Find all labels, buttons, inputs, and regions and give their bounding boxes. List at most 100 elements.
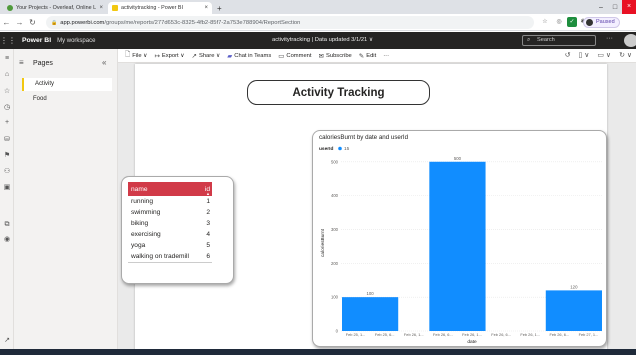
x-axis-label: date [467, 339, 477, 345]
bar [429, 161, 486, 331]
plus-icon: + [217, 3, 222, 13]
window-close-icon[interactable]: × [622, 0, 636, 14]
page-item-activity[interactable]: Activity [22, 78, 112, 91]
minimize-icon[interactable]: – [594, 4, 608, 11]
search-box[interactable]: ⌕ Search [522, 35, 596, 46]
browser-tab-overleaf[interactable]: Your Projects - Overleaf, Online L × [3, 2, 107, 14]
table-visual[interactable]: name id ▲ running 1 swimming 2 biking 3 exer… [121, 176, 234, 284]
file-label: File ∨ [132, 52, 148, 59]
cell-id: 1 [206, 198, 210, 205]
page-item-food[interactable]: Food [22, 93, 112, 106]
close-tab-icon[interactable]: × [204, 5, 208, 11]
url-path: /groups/me/reports/277d653c-8325-4fb2-85… [104, 19, 301, 26]
app-name[interactable]: Power BI [22, 37, 51, 44]
report-title-box: Activity Tracking [247, 80, 430, 105]
forward-arrow-icon[interactable]: → [13, 18, 26, 27]
search-icon: ⌕ [527, 37, 531, 43]
url-host: app.powerbi.com [60, 19, 105, 26]
home-icon[interactable]: ⌂ [0, 71, 14, 78]
search-placeholder: Search [537, 37, 555, 43]
user-avatar[interactable] [624, 34, 636, 47]
x-tick-label: Feb 26, 1... [462, 332, 482, 337]
cell-id: 5 [206, 242, 210, 249]
recent-icon[interactable]: ◷ [0, 103, 14, 111]
new-tab-button[interactable]: + [213, 2, 227, 14]
workspace-link[interactable]: My workspace [57, 38, 95, 44]
view-icon[interactable]: ▭ ∨ [597, 51, 611, 59]
table-row: exercising 4 [128, 229, 212, 240]
y-tick-label: 100 [331, 295, 339, 300]
table-row: yoga 5 [128, 240, 212, 251]
create-icon[interactable]: + [0, 119, 14, 126]
cell-name: walking on trademill [128, 251, 200, 263]
chat-in-teams-button[interactable]: ▰ Chat in Teams [227, 52, 271, 60]
collapse-pane-icon[interactable]: « [102, 58, 106, 67]
datasets-icon[interactable]: ⛁ [0, 135, 14, 143]
column-header-id[interactable]: id ▲ [200, 182, 212, 196]
legend-entry: 15 [344, 146, 350, 152]
favorites-icon[interactable]: ☆ [0, 87, 14, 95]
chart-title: caloriesBurnt by date and userId [319, 134, 409, 141]
close-tab-icon[interactable]: × [99, 5, 103, 11]
browser-address-bar: ← → ↻ 🔒 app.powerbi.com /groups/me/repor… [0, 14, 636, 31]
checkbox-extension-icon[interactable]: ✓ [567, 17, 577, 27]
browser-tab-strip: Your Projects - Overleaf, Online L × act… [0, 0, 636, 14]
more-toolbar-button[interactable]: ··· [383, 53, 389, 59]
goals-icon[interactable]: ⚑ [0, 151, 14, 159]
expand-icon[interactable]: ↗ [0, 336, 14, 344]
legend-title: userId [319, 146, 333, 152]
subscribe-button[interactable]: ✉ Subscribe [319, 52, 352, 60]
apps-icon[interactable]: ⚇ [0, 167, 14, 175]
edit-button[interactable]: ✎ Edit [359, 52, 376, 60]
cell-name: swimming [131, 209, 161, 216]
more-options-icon[interactable]: ··· [606, 35, 613, 42]
back-arrow-icon[interactable]: ← [0, 18, 13, 27]
reset-icon[interactable]: ↺ [565, 51, 571, 59]
window-controls: – □ × [594, 0, 636, 14]
comment-icon: ▭ [278, 52, 285, 60]
column-header-name[interactable]: name [128, 182, 200, 196]
x-tick-label: Feb 25, 1... [346, 332, 366, 337]
file-menu[interactable]: 🗋 File ∨ [125, 50, 147, 61]
menu-icon[interactable]: ≡ [0, 55, 14, 62]
table-row: running 1 [128, 196, 212, 207]
x-tick-label: Feb 26, 6... [491, 332, 511, 337]
bar-chart-visual[interactable]: caloriesBurnt by date and userId userId 15… [312, 130, 607, 347]
powerbi-header: ⋮⋮ Power BI My workspace activitytrackin… [0, 32, 636, 49]
maximize-icon[interactable]: □ [608, 4, 622, 11]
teams-icon: ▰ [227, 52, 233, 60]
url-field[interactable]: 🔒 app.powerbi.com /groups/me/reports/277… [46, 16, 534, 29]
data-label: 120 [570, 284, 578, 289]
report-title-dropdown[interactable]: activitytracking | Data updated 3/1/21 ∨ [272, 37, 373, 43]
activity-table: name id ▲ running 1 swimming 2 biking 3 exer… [128, 182, 212, 263]
y-axis-label: caloriesBurnt [320, 228, 326, 257]
export-label: Export ∨ [161, 52, 185, 59]
pencil-icon: ✎ [358, 52, 365, 60]
reload-icon[interactable]: ↻ [26, 18, 39, 27]
bar [342, 297, 399, 331]
share-menu[interactable]: ↗ Share ∨ [192, 52, 221, 60]
refresh-icon[interactable]: ↻ ∨ [619, 51, 632, 59]
x-tick-label: Feb 27, 1... [579, 332, 599, 337]
profile-paused-button[interactable]: Paused [583, 17, 620, 28]
export-menu[interactable]: ↦ Export ∨ [154, 52, 184, 60]
browser-tab-powerbi[interactable]: activitytracking - Power BI × [108, 2, 212, 14]
nav-rail: ≡ ⌂ ☆ ◷ + ⛁ ⚑ ⚇ ▣ ⧉ ◉ ↗ [0, 49, 14, 355]
bookmark-icon[interactable]: ▯ ∨ [578, 51, 589, 59]
extension-icon[interactable]: ◎ [554, 17, 564, 27]
workspaces-icon[interactable]: ◉ [0, 235, 14, 243]
comment-button[interactable]: ▭ Comment [278, 52, 311, 60]
x-tick-label: Feb 26, 1... [520, 332, 540, 337]
y-tick-label: 400 [331, 193, 339, 198]
shared-icon[interactable]: ▣ [0, 183, 14, 191]
star-icon[interactable]: ☆ [540, 17, 550, 27]
x-tick-label: Feb 26, 6... [433, 332, 453, 337]
learn-icon[interactable]: ⧉ [0, 221, 14, 229]
app-launcher-icon[interactable]: ⋮⋮ [0, 36, 16, 45]
pages-pane: ≡ Pages « Activity Food [14, 49, 118, 355]
cell-name: running [131, 198, 153, 205]
legend-marker [338, 146, 342, 151]
bar-chart: caloriesBurnt by date and userId userId 15… [319, 134, 603, 345]
powerbi-icon [112, 5, 118, 11]
data-label: 500 [454, 156, 462, 161]
